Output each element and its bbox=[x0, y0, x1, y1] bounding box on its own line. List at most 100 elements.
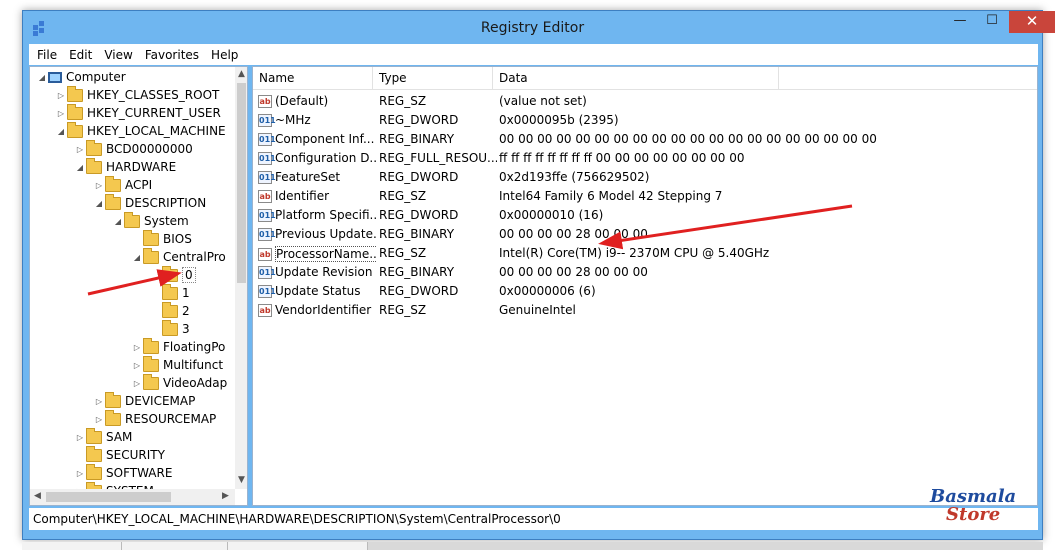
value-type-cell: REG_BINARY bbox=[379, 265, 455, 279]
registry-value-row[interactable]: 011 Platform Specifi... REG_DWORD 0x0000001… bbox=[253, 206, 1037, 225]
registry-value-row[interactable]: ab Identifier REG_SZ Intel64 Family 6 Model… bbox=[253, 187, 1037, 206]
registry-value-row[interactable]: ab ProcessorName... REG_SZ Intel(R) Core(TM… bbox=[253, 244, 1037, 263]
column-header-data[interactable]: Data bbox=[493, 67, 779, 89]
registry-value-row[interactable]: 011 Configuration D... REG_FULL_RESOU... ff… bbox=[253, 149, 1037, 168]
tree-item[interactable]: 2 bbox=[150, 301, 190, 320]
registry-value-row[interactable]: 011 FeatureSet REG_DWORD 0x2d193ffe (756629… bbox=[253, 168, 1037, 187]
collapsed-arrow-icon[interactable]: ▷ bbox=[74, 469, 86, 478]
collapsed-arrow-icon[interactable]: ▷ bbox=[74, 433, 86, 442]
value-type-cell: REG_BINARY bbox=[379, 132, 455, 146]
tree-item[interactable]: 1 bbox=[150, 283, 190, 302]
logo-text-bottom: Store bbox=[946, 504, 1001, 525]
column-header-name[interactable]: Name bbox=[253, 67, 373, 89]
value-name: Update Revision bbox=[275, 265, 373, 279]
registry-tree-pane[interactable]: ◢ Computer ▷ HKEY_CLASSES_ROOT ▷ HKEY_CURRENT… bbox=[29, 66, 248, 506]
tree-item[interactable]: ◢ HKEY_LOCAL_MACHINE bbox=[55, 121, 226, 140]
tree-vertical-scroll-thumb[interactable] bbox=[237, 83, 246, 283]
value-name: Update Status bbox=[275, 284, 361, 298]
registry-value-row[interactable]: 011 Previous Update... REG_BINARY 00 00 00 … bbox=[253, 225, 1037, 244]
registry-value-row[interactable]: 011 Component Inf... REG_BINARY 00 00 00 00… bbox=[253, 130, 1037, 149]
collapsed-arrow-icon[interactable]: ▷ bbox=[74, 145, 86, 154]
expanded-arrow-icon[interactable]: ◢ bbox=[93, 199, 105, 208]
tree-item[interactable]: 3 bbox=[150, 319, 190, 338]
menu-file[interactable]: File bbox=[37, 48, 57, 62]
value-type-cell: REG_DWORD bbox=[379, 170, 459, 184]
folder-icon bbox=[162, 283, 178, 300]
expanded-arrow-icon[interactable]: ◢ bbox=[131, 253, 143, 262]
string-value-icon: ab bbox=[258, 189, 272, 203]
tree-item[interactable]: ◢ HARDWARE bbox=[74, 157, 176, 176]
values-list-pane[interactable]: Name Type Data ab (Default) REG_SZ (value n… bbox=[252, 66, 1038, 506]
maximize-button[interactable]: ☐ bbox=[977, 11, 1007, 33]
expanded-arrow-icon[interactable]: ◢ bbox=[55, 127, 67, 136]
string-value-icon: ab bbox=[258, 247, 272, 261]
tree-item[interactable]: ▷ HKEY_CURRENT_USER bbox=[55, 103, 221, 122]
tree-item[interactable]: 0 bbox=[150, 265, 196, 284]
registry-value-row[interactable]: ab VendorIdentifier REG_SZ GenuineIntel bbox=[253, 301, 1037, 320]
binary-value-icon: 011 bbox=[258, 227, 276, 241]
expanded-arrow-icon[interactable]: ◢ bbox=[112, 217, 124, 226]
value-data-cell: 00 00 00 00 00 00 00 00 00 00 00 00 00 0… bbox=[499, 132, 877, 146]
close-button[interactable]: ✕ bbox=[1009, 11, 1055, 33]
binary-value-icon: 011 bbox=[258, 151, 276, 165]
tree-vertical-scrollbar[interactable]: ▲ ▼ bbox=[235, 67, 247, 489]
status-bar: Computer\HKEY_LOCAL_MACHINE\HARDWARE\DES… bbox=[29, 508, 1038, 530]
tree-item[interactable]: ▷ DEVICEMAP bbox=[93, 391, 195, 410]
tree-item[interactable]: ▷ BCD00000000 bbox=[74, 139, 193, 158]
value-name-cell: 011 Configuration D... bbox=[258, 151, 376, 165]
expanded-arrow-icon[interactable]: ◢ bbox=[74, 163, 86, 172]
value-data-cell: 0x00000010 (16) bbox=[499, 208, 604, 222]
collapsed-arrow-icon[interactable]: ▷ bbox=[93, 181, 105, 190]
tree-item-label: CentralPro bbox=[163, 250, 226, 264]
value-name: Previous Update... bbox=[275, 227, 376, 241]
minimize-button[interactable]: — bbox=[945, 11, 975, 33]
menu-view[interactable]: View bbox=[104, 48, 132, 62]
collapsed-arrow-icon[interactable]: ▷ bbox=[55, 109, 67, 118]
scroll-down-icon[interactable]: ▼ bbox=[235, 475, 247, 485]
menu-favorites[interactable]: Favorites bbox=[145, 48, 199, 62]
title-bar[interactable]: Registry Editor — ☐ ✕ bbox=[23, 11, 1055, 44]
tree-item[interactable]: ▷ Multifunct bbox=[131, 355, 223, 374]
collapsed-arrow-icon[interactable]: ▷ bbox=[131, 379, 143, 388]
tree-item[interactable]: ▷ FloatingPo bbox=[131, 337, 225, 356]
tree-item-label: HKEY_CLASSES_ROOT bbox=[87, 88, 220, 102]
registry-value-row[interactable]: 011 Update Revision REG_BINARY 00 00 00 00 … bbox=[253, 263, 1037, 282]
scroll-left-icon[interactable]: ◀ bbox=[31, 491, 44, 501]
tree-item[interactable]: ◢ CentralPro bbox=[131, 247, 226, 266]
registry-value-row[interactable]: 011 ~MHz REG_DWORD 0x0000095b (2395) bbox=[253, 111, 1037, 130]
folder-icon bbox=[143, 337, 159, 354]
collapsed-arrow-icon[interactable]: ▷ bbox=[93, 415, 105, 424]
value-type-cell: REG_SZ bbox=[379, 246, 427, 260]
collapsed-arrow-icon[interactable]: ▷ bbox=[93, 397, 105, 406]
tree-item[interactable]: ▷ VideoAdap bbox=[131, 373, 227, 392]
header-divider bbox=[253, 89, 1037, 90]
tree-item[interactable]: ▷ SAM bbox=[74, 427, 132, 446]
tree-item[interactable]: BIOS bbox=[131, 229, 192, 248]
tree-item[interactable]: ◢ Computer bbox=[36, 68, 126, 86]
tree-horizontal-scrollbar[interactable]: ◀ ▶ bbox=[30, 489, 235, 505]
tree-item[interactable]: ◢ System bbox=[112, 211, 189, 230]
tree-item[interactable]: SECURITY bbox=[74, 445, 165, 464]
value-type-cell: REG_DWORD bbox=[379, 113, 459, 127]
collapsed-arrow-icon[interactable]: ▷ bbox=[131, 361, 143, 370]
menu-edit[interactable]: Edit bbox=[69, 48, 92, 62]
folder-icon bbox=[105, 175, 121, 192]
scroll-right-icon[interactable]: ▶ bbox=[219, 491, 232, 501]
registry-value-row[interactable]: 011 Update Status REG_DWORD 0x00000006 (6) bbox=[253, 282, 1037, 301]
value-name-cell: ab Identifier bbox=[258, 189, 376, 203]
collapsed-arrow-icon[interactable]: ▷ bbox=[55, 91, 67, 100]
value-data-cell: (value not set) bbox=[499, 94, 587, 108]
menu-help[interactable]: Help bbox=[211, 48, 238, 62]
tree-item[interactable]: ◢ DESCRIPTION bbox=[93, 193, 206, 212]
tree-horizontal-scroll-thumb[interactable] bbox=[46, 492, 171, 502]
tree-item-label: HKEY_CURRENT_USER bbox=[87, 106, 221, 120]
expanded-arrow-icon[interactable]: ◢ bbox=[36, 73, 48, 82]
tree-item[interactable]: ▷ HKEY_CLASSES_ROOT bbox=[55, 85, 220, 104]
collapsed-arrow-icon[interactable]: ▷ bbox=[131, 343, 143, 352]
column-header-type[interactable]: Type bbox=[373, 67, 493, 89]
tree-item[interactable]: ▷ ACPI bbox=[93, 175, 152, 194]
registry-value-row[interactable]: ab (Default) REG_SZ (value not set) bbox=[253, 92, 1037, 111]
scroll-up-icon[interactable]: ▲ bbox=[235, 69, 247, 79]
tree-item[interactable]: ▷ RESOURCEMAP bbox=[93, 409, 216, 428]
tree-item[interactable]: ▷ SOFTWARE bbox=[74, 463, 172, 482]
